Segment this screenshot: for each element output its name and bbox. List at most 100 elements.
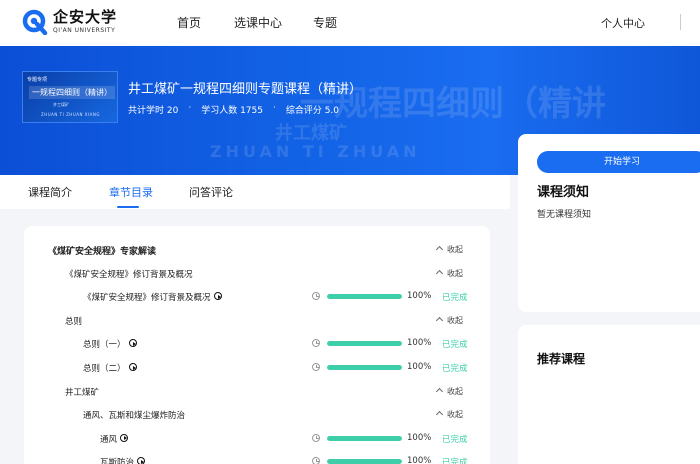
clock-icon: [312, 433, 320, 442]
chapter-row[interactable]: 通风、瓦斯和煤尘爆炸防治 收起: [24, 405, 490, 425]
notice-text: 暂无课程须知: [537, 210, 592, 220]
header-divider: [680, 14, 681, 30]
progress-fill: [327, 459, 402, 464]
stat-separator: ·: [272, 103, 276, 113]
recommended-courses-card: 推荐课程: [518, 325, 700, 464]
lesson-row[interactable]: 通风 100% 已完成: [24, 429, 490, 449]
completion-status: 已完成: [442, 293, 468, 304]
completion-status: 已完成: [442, 434, 468, 445]
collapse-toggle[interactable]: 收起: [435, 386, 463, 397]
progress-percent: 100%: [407, 291, 432, 302]
progress-percent: 100%: [407, 338, 432, 349]
collapse-toggle[interactable]: 收起: [435, 268, 463, 279]
play-icon[interactable]: [214, 292, 222, 301]
completion-status: 已完成: [442, 364, 468, 374]
progress-fill: [327, 294, 402, 300]
logo-chinese-name: 企安大学: [53, 8, 118, 26]
notice-heading: 课程须知: [537, 185, 590, 200]
thumb-title: 一规程四细则（精讲）: [29, 86, 115, 99]
progress-fill: [327, 341, 402, 347]
tab-chapters[interactable]: 章节目录: [109, 184, 153, 200]
progress-percent: 100%: [407, 432, 432, 443]
play-icon[interactable]: [129, 363, 137, 371]
collapse-label: 收起: [447, 315, 463, 325]
lesson-row[interactable]: 总则（一） 100% 已完成: [24, 334, 490, 354]
clock-icon: [312, 363, 320, 371]
overall-rating: 综合评分 5.0: [285, 106, 340, 116]
collapse-toggle[interactable]: 收起: [435, 244, 463, 255]
lesson-row[interactable]: 总则（二） 100% 已完成: [24, 358, 490, 378]
progress-bar: [327, 365, 402, 370]
user-center-link[interactable]: 个人中心: [601, 15, 645, 31]
course-stats: 共计学时 20 · 学习人数 1755 · 综合评分 5.0: [128, 103, 339, 116]
lesson-row[interactable]: 《煤矿安全规程》修订背景及概况 100% 已完成: [24, 287, 490, 307]
course-notice-card: 开始学习 课程须知 暂无课程须知: [518, 134, 700, 312]
active-tab-indicator: [117, 206, 139, 208]
clock-icon: [312, 457, 320, 464]
chapter-row[interactable]: 《煤矿安全规程》专家解读 收起: [24, 240, 490, 260]
course-title: 井工煤矿一规程四细则专题课程（精讲）: [128, 82, 363, 97]
collapse-toggle[interactable]: 收起: [435, 315, 463, 326]
chapter-row[interactable]: 总则 收起: [24, 311, 490, 331]
chevron-up-icon: [435, 245, 444, 254]
chapter-title: 《煤矿安全规程》修订背景及概况: [65, 269, 193, 280]
chevron-up-icon: [435, 411, 444, 419]
recommended-heading: 推荐课程: [537, 352, 586, 366]
chevron-up-icon: [435, 316, 444, 324]
university-logo[interactable]: 企安大学 QI'AN UNIVERSITY: [22, 9, 117, 35]
progress-fill: [327, 435, 402, 441]
play-icon[interactable]: [129, 339, 137, 348]
nav-topics[interactable]: 专题: [313, 14, 337, 31]
collapse-toggle[interactable]: 收起: [435, 409, 463, 420]
lesson-title: 总则（二）: [83, 364, 126, 374]
clock-icon: [312, 292, 320, 301]
lesson-title: 瓦斯防治: [100, 458, 135, 464]
chevron-up-icon: [435, 269, 444, 277]
nav-course-center[interactable]: 选课中心: [234, 14, 282, 31]
collapse-label: 收起: [447, 268, 463, 278]
progress-bar: [327, 341, 402, 347]
tab-qa-comments[interactable]: 问答评论: [189, 184, 233, 200]
stat-separator: ·: [188, 103, 192, 113]
lesson-row[interactable]: 瓦斯防治 100% 已完成: [24, 452, 490, 464]
chapter-title: 井工煤矿: [65, 387, 100, 398]
clock-icon: [312, 339, 320, 348]
play-icon[interactable]: [137, 457, 145, 464]
course-tabs: 课程简介 章节目录 问答评论: [0, 175, 510, 209]
tab-introduction[interactable]: 课程简介: [28, 184, 72, 200]
chapter-title: 总则: [65, 316, 83, 327]
course-hours: 共计学时 20: [128, 106, 179, 116]
top-navigation: 企安大学 QI'AN UNIVERSITY 首页 选课中心 专题 个人中心: [0, 0, 700, 46]
progress-bar: [327, 435, 402, 441]
collapse-label: 收起: [447, 245, 463, 254]
learner-count: 学习人数 1755: [201, 106, 263, 116]
chapter-title: 通风、瓦斯和煤尘爆炸防治: [83, 411, 186, 422]
progress-bar: [327, 459, 402, 464]
chapter-title: 《煤矿安全规程》专家解读: [48, 247, 157, 257]
progress-fill: [327, 365, 402, 370]
chevron-up-icon: [435, 387, 444, 395]
collapse-label: 收起: [447, 410, 463, 420]
thumb-tag: 专题专项: [27, 77, 48, 83]
thumb-en: ZHUAN TI ZHUAN XIANG: [41, 112, 100, 117]
lesson-title: 通风: [100, 434, 118, 445]
completion-status: 已完成: [442, 458, 468, 464]
progress-percent: 100%: [407, 456, 432, 464]
lesson-title: 《煤矿安全规程》修订背景及概况: [83, 293, 211, 304]
collapse-label: 收起: [447, 386, 463, 396]
progress-percent: 100%: [407, 362, 432, 372]
chapter-catalog: 《煤矿安全规程》专家解读 收起 《煤矿安全规程》修订背景及概况 收起 《煤矿安全规程》修…: [24, 226, 490, 464]
course-thumbnail: 专题专项 一规程四细则（精讲） 井工煤矿 ZHUAN TI ZHUAN XIAN…: [22, 71, 118, 123]
lesson-title: 总则（一）: [83, 340, 126, 351]
logo-english-name: QI'AN UNIVERSITY: [53, 27, 116, 34]
completion-status: 已完成: [442, 340, 468, 351]
progress-bar: [327, 294, 402, 300]
nav-home[interactable]: 首页: [177, 14, 201, 31]
chapter-row[interactable]: 《煤矿安全规程》修订背景及概况 收起: [24, 264, 490, 284]
thumb-sub: 井工煤矿: [53, 102, 69, 107]
start-learning-button[interactable]: 开始学习: [537, 151, 700, 173]
play-icon[interactable]: [120, 433, 128, 442]
chapter-row[interactable]: 井工煤矿 收起: [24, 382, 490, 402]
banner-bg-text: ZHUAN TI ZHUAN: [210, 142, 421, 161]
logo-q-icon: [22, 9, 48, 35]
